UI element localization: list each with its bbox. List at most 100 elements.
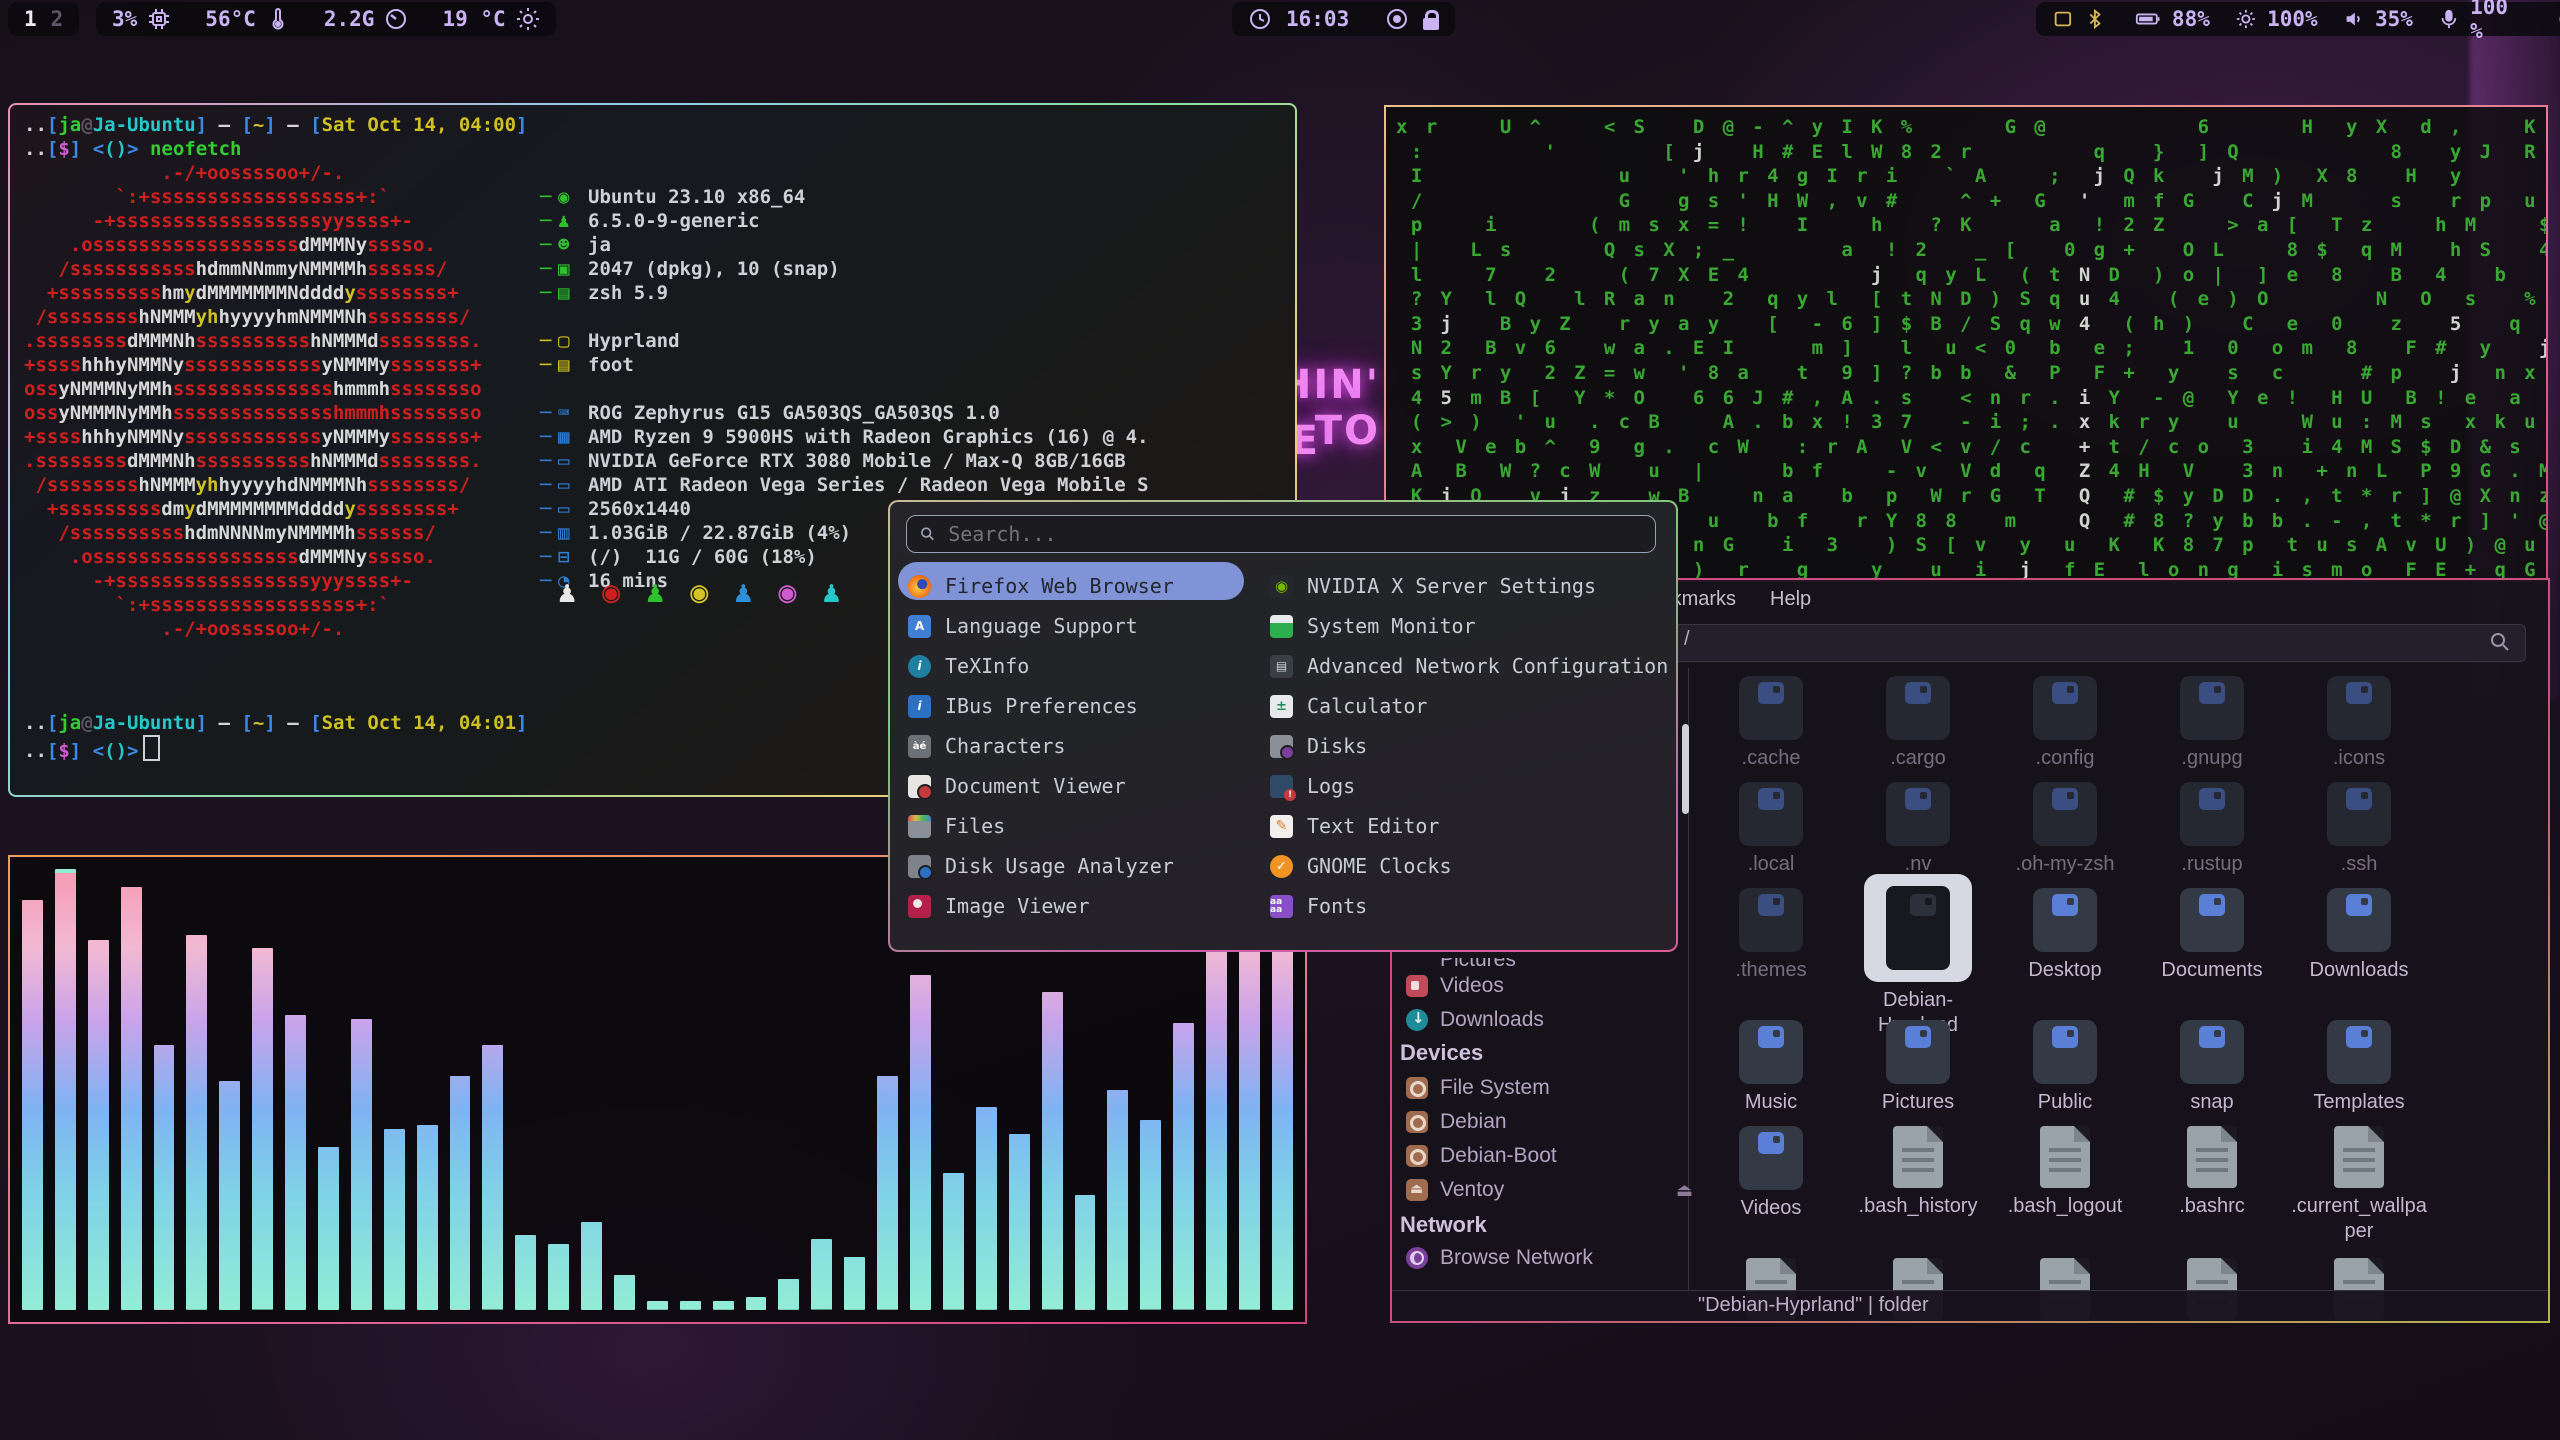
file-item--bash-logout[interactable]: .bash_logout: [1992, 1126, 2138, 1219]
search-icon[interactable]: [2488, 630, 2512, 654]
folder-item--nv[interactable]: .nv: [1845, 782, 1991, 877]
cava-bar: [581, 1222, 602, 1310]
folder-item-templates[interactable]: Templates: [2286, 1020, 2432, 1115]
app-item-disk-usage-analyzer[interactable]: Disk Usage Analyzer: [908, 846, 1174, 886]
item-label: Videos: [1698, 1196, 1844, 1221]
sidebar-scrollbar-thumb[interactable]: [1682, 724, 1689, 814]
file-item--current-wallpaper[interactable]: .current_wallpaper: [2286, 1126, 2432, 1244]
system-stats-module: 3% 56°C 2.2G 19 °C: [96, 2, 556, 36]
terminal-prompt-line: ..[ja@Ja-Ubuntu] – [~] – [Sat Oct 14, 04…: [24, 113, 527, 137]
workspace-button-1[interactable]: 1: [24, 7, 37, 31]
language-icon: A: [908, 615, 931, 638]
file-item--bash-history[interactable]: .bash_history: [1845, 1126, 1991, 1219]
sidebar-item-videos[interactable]: Videos: [1406, 974, 1504, 998]
app-launcher[interactable]: Firefox Web BrowserALanguage SupportiTeX…: [888, 500, 1678, 952]
folder-item--config[interactable]: .config: [1992, 676, 2138, 771]
file-item--bashrc[interactable]: .bashrc: [2139, 1126, 2285, 1219]
sidebar-item-file-system[interactable]: File System: [1406, 1076, 1550, 1100]
app-item-texinfo[interactable]: iTeXInfo: [908, 646, 1029, 686]
neofetch-info-row: ─▭AMD ATI Radeon Vega Series / Radeon Ve…: [540, 473, 1149, 497]
bluetooth-icon[interactable]: [2084, 7, 2106, 31]
app-item-system-monitor[interactable]: System Monitor: [1270, 606, 1476, 646]
app-item-logs[interactable]: Logs: [1270, 766, 1355, 806]
terminal-cursor: [143, 735, 160, 761]
app-label: Fonts: [1307, 894, 1367, 918]
terminal-input-line[interactable]: ..[$] <()>: [24, 735, 160, 763]
folder-item-music[interactable]: Music: [1698, 1020, 1844, 1115]
user-icon: ☻: [558, 233, 588, 257]
tray-module: 88% 100% 35% 100 %: [2036, 2, 2560, 36]
eject-button[interactable]: ⏏: [1676, 1180, 1693, 1201]
files-icon: [908, 815, 931, 838]
neofetch-ascii-row: +sssshhhyNMMNyssssssssssssyNMMMysssssss+: [24, 425, 482, 449]
launcher-search-box[interactable]: [906, 515, 1656, 553]
drive-icon: [1406, 1145, 1428, 1167]
folder-item-downloads[interactable]: Downloads: [2286, 888, 2432, 983]
status-bar: 1 2 3% 56°C 2.2G 19 °C 16:03: [0, 0, 2560, 38]
folder-item--oh-my-zsh[interactable]: .oh-my-zsh: [1992, 782, 2138, 877]
battery-value: 88%: [2172, 7, 2210, 31]
folder-item-desktop[interactable]: Desktop: [1992, 888, 2138, 983]
neofetch-ascii-row: +sssssssssdmydMMMMMMMMddddyssssssss+: [24, 497, 482, 521]
sidebar-item-downloads[interactable]: Downloads: [1406, 1008, 1544, 1032]
app-item-fonts[interactable]: aa aaFonts: [1270, 886, 1367, 926]
app-item-ibus-preferences[interactable]: iIBus Preferences: [908, 686, 1138, 726]
app-item-firefox-web-browser[interactable]: Firefox Web Browser: [908, 566, 1174, 606]
app-item-image-viewer[interactable]: Image Viewer: [908, 886, 1090, 926]
folder-item-documents[interactable]: Documents: [2139, 888, 2285, 983]
folder-item-debian-hyprland[interactable]: Debian-Hyprland: [1845, 888, 1991, 1038]
workspace-button-2[interactable]: 2: [51, 7, 64, 31]
app-item-language-support[interactable]: ALanguage Support: [908, 606, 1138, 646]
folder-item--rustup[interactable]: .rustup: [2139, 782, 2285, 877]
tux-palette-icon: ♟: [734, 575, 752, 610]
search-input[interactable]: [946, 521, 1643, 547]
power-icon[interactable]: [2557, 7, 2560, 31]
volume-icon[interactable]: [2343, 7, 2365, 31]
record-indicator-icon[interactable]: [1385, 7, 1409, 31]
speedometer-icon: [384, 7, 408, 31]
folder-item--cache[interactable]: .cache: [1698, 676, 1844, 771]
app-item-text-editor[interactable]: ✎Text Editor: [1270, 806, 1439, 846]
cava-bar: [713, 1301, 734, 1310]
folder-item--icons[interactable]: .icons: [2286, 676, 2432, 771]
sidebar-item-debian[interactable]: Debian: [1406, 1110, 1507, 1134]
folder-item-public[interactable]: Public: [1992, 1020, 2138, 1115]
cava-bar: [186, 935, 207, 1310]
app-item-document-viewer[interactable]: Document Viewer: [908, 766, 1126, 806]
sidebar-item-debian-boot[interactable]: Debian-Boot: [1406, 1144, 1557, 1168]
file-manager-statusbar: "Debian-Hyprland" | folder: [1392, 1290, 2548, 1321]
app-item-calculator[interactable]: ±Calculator: [1270, 686, 1427, 726]
folder-item--cargo[interactable]: .cargo: [1845, 676, 1991, 771]
menu-help[interactable]: Help: [1770, 588, 1811, 611]
folder-item--local[interactable]: .local: [1698, 782, 1844, 877]
imageviewer-icon: [908, 895, 931, 918]
app-item-nvidia-x-server-settings[interactable]: ◉NVIDIA X Server Settings: [1270, 566, 1596, 606]
microphone-icon[interactable]: [2438, 7, 2460, 31]
app-item-gnome-clocks[interactable]: ✓GNOME Clocks: [1270, 846, 1452, 886]
folder-item--ssh[interactable]: .ssh: [2286, 782, 2432, 877]
ventoy-icon: [1406, 1179, 1428, 1201]
neofetch-ascii-row: ossyNMMMNyMMhsssssssssssssshmmmhssssssso: [24, 377, 482, 401]
brightness-icon[interactable]: [2235, 7, 2257, 31]
lock-icon[interactable]: [1423, 18, 1439, 30]
item-label: Pictures: [1845, 1090, 1991, 1115]
folder-item-snap[interactable]: snap: [2139, 1020, 2285, 1115]
folder-item-pictures[interactable]: Pictures: [1845, 1020, 1991, 1115]
clock-value: 16:03: [1286, 7, 1349, 31]
sidebar-item-browse-network[interactable]: Browse Network: [1406, 1246, 1593, 1270]
cava-bar: [1140, 1120, 1161, 1310]
app-item-disks[interactable]: Disks: [1270, 726, 1367, 766]
folder-item--gnupg[interactable]: .gnupg: [2139, 676, 2285, 771]
sidebar-item-ventoy[interactable]: Ventoy⏏: [1406, 1178, 1504, 1202]
app-item-files[interactable]: Files: [908, 806, 1005, 846]
battery-icon: [2135, 7, 2162, 31]
app-label: TeXInfo: [945, 654, 1029, 678]
folder-item-videos[interactable]: Videos: [1698, 1126, 1844, 1221]
cava-bar: [647, 1301, 668, 1310]
app-item-advanced-network-configuration[interactable]: ▤Advanced Network Configuration: [1270, 646, 1668, 686]
folder-item--themes[interactable]: .themes: [1698, 888, 1844, 983]
window-tray-icon[interactable]: [2052, 7, 2074, 31]
terminal-prompt-line-2: ..[ja@Ja-Ubuntu] – [~] – [Sat Oct 14, 04…: [24, 711, 527, 735]
app-item-characters[interactable]: àéCharacters: [908, 726, 1065, 766]
cava-bar: [252, 948, 273, 1310]
